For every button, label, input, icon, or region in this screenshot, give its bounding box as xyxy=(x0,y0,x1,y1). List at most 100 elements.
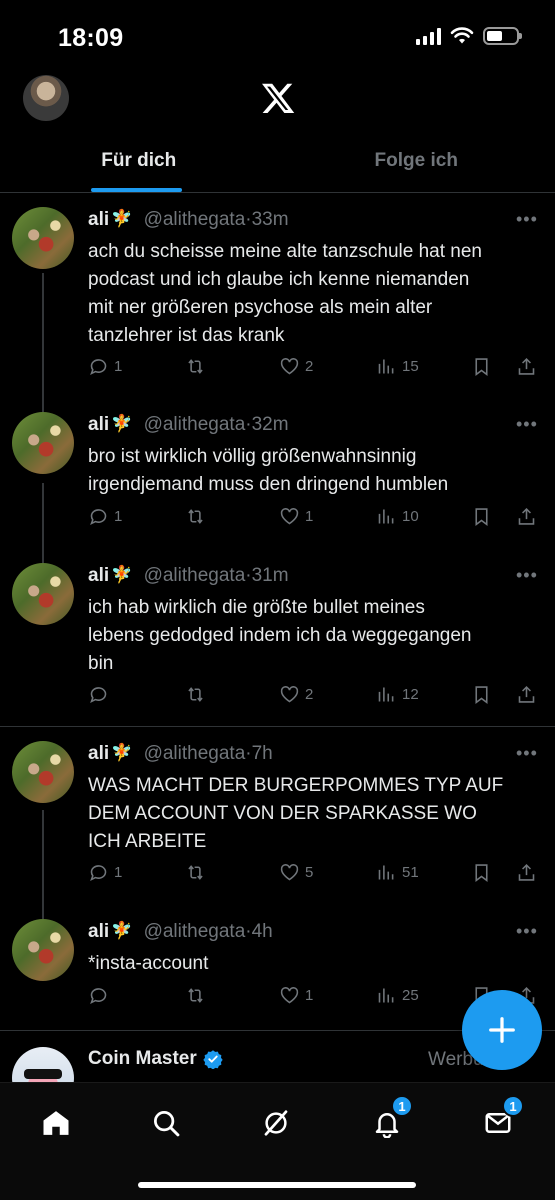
retweet-button[interactable] xyxy=(185,506,211,527)
heart-icon xyxy=(280,864,299,881)
tab-following[interactable]: Folge ich xyxy=(278,135,555,192)
tweet-timestamp[interactable]: 33m xyxy=(252,209,289,230)
profile-avatar[interactable] xyxy=(23,75,69,121)
nav-grok[interactable] xyxy=(256,1103,296,1143)
likes-count: 2 xyxy=(305,686,314,703)
tweet-text-line: bin xyxy=(88,653,114,674)
views-button[interactable]: 12 xyxy=(376,684,419,705)
fairy-emoji: 🧚 xyxy=(111,209,133,228)
ad-account-name[interactable]: Coin Master xyxy=(88,1048,223,1070)
reply-button[interactable]: 1 xyxy=(88,506,122,527)
like-button[interactable]: 2 xyxy=(279,684,313,705)
verified-badge-icon xyxy=(203,1050,223,1069)
views-button[interactable]: 51 xyxy=(376,862,419,883)
tweet-timestamp[interactable]: 4h xyxy=(252,921,273,942)
author-handle[interactable]: @alithegata xyxy=(144,921,246,942)
like-button[interactable]: 1 xyxy=(279,506,313,527)
author-handle[interactable]: @alithegata xyxy=(144,743,246,764)
author-name[interactable]: ali xyxy=(88,209,109,230)
bookmark-button[interactable] xyxy=(471,506,492,527)
tweet-text-line: ICH ARBEITE xyxy=(88,831,207,852)
reply-button[interactable]: 1 xyxy=(88,862,122,883)
bookmark-button[interactable] xyxy=(471,862,492,883)
views-count: 51 xyxy=(402,864,419,881)
tweet-text-line: lebens gedodged indem ich da weggegangen xyxy=(88,625,472,646)
battery-icon xyxy=(483,27,522,45)
share-icon xyxy=(518,357,535,375)
plus-icon xyxy=(489,1017,515,1043)
reply-icon xyxy=(90,988,107,1005)
retweet-button[interactable] xyxy=(185,684,211,705)
views-button[interactable]: 10 xyxy=(376,506,419,527)
author-avatar[interactable] xyxy=(12,207,74,269)
author-name[interactable]: ali xyxy=(88,414,109,435)
share-button[interactable] xyxy=(516,506,537,527)
status-bar: 18:09 xyxy=(0,0,555,70)
wifi-icon xyxy=(450,27,474,44)
views-icon xyxy=(378,359,394,374)
author-name[interactable]: ali xyxy=(88,565,109,586)
bookmark-icon xyxy=(475,686,488,704)
tweet-text-line: WAS MACHT DER BURGERPOMMES TYP AUF xyxy=(88,775,504,796)
bookmark-button[interactable] xyxy=(471,356,492,377)
tab-following-label: Folge ich xyxy=(374,150,458,171)
like-button[interactable]: 2 xyxy=(279,356,313,377)
nav-notifications[interactable]: 1 xyxy=(367,1095,413,1143)
fairy-emoji: 🧚 xyxy=(111,743,133,762)
more-options-button[interactable]: ••• xyxy=(516,414,538,435)
tab-for-you[interactable]: Für dich xyxy=(0,135,278,192)
views-button[interactable]: 15 xyxy=(376,356,419,377)
replies-count: 1 xyxy=(114,508,123,525)
tweet-text: ach du scheisse meine alte tanzschule ha… xyxy=(88,238,533,350)
nav-home[interactable] xyxy=(36,1103,76,1143)
more-options-button[interactable]: ••• xyxy=(516,565,538,586)
retweet-button[interactable] xyxy=(185,985,211,1006)
like-button[interactable]: 1 xyxy=(279,985,313,1006)
more-options-button[interactable]: ••• xyxy=(516,743,538,764)
tweet-timestamp[interactable]: 32m xyxy=(252,414,289,435)
tweet-timestamp[interactable]: 7h xyxy=(252,743,273,764)
tweet-text-line: DEM ACCOUNT VON DER SPARKASSE WO xyxy=(88,803,477,824)
heart-icon xyxy=(280,686,299,703)
views-button[interactable]: 25 xyxy=(376,985,419,1006)
heart-icon xyxy=(280,358,299,375)
tweet-text: ich hab wirklich die größte bullet meine… xyxy=(88,594,533,678)
author-avatar[interactable] xyxy=(12,412,74,474)
tweet-text: bro ist wirklich völlig größenwahnsinnig… xyxy=(88,443,533,499)
share-button[interactable] xyxy=(516,356,537,377)
author-handle[interactable]: @alithegata xyxy=(144,414,246,435)
status-time: 18:09 xyxy=(58,24,124,52)
bookmark-icon xyxy=(475,864,488,882)
share-button[interactable] xyxy=(516,862,537,883)
fairy-emoji: 🧚 xyxy=(111,921,133,940)
author-avatar[interactable] xyxy=(12,919,74,981)
retweet-button[interactable] xyxy=(185,356,211,377)
reply-icon xyxy=(90,509,107,526)
share-button[interactable] xyxy=(516,684,537,705)
author-handle[interactable]: @alithegata xyxy=(144,565,246,586)
retweet-icon xyxy=(188,509,203,524)
author-handle[interactable]: @alithegata xyxy=(144,209,246,230)
retweet-icon xyxy=(188,865,203,880)
nav-search[interactable] xyxy=(146,1103,186,1143)
views-icon xyxy=(378,865,394,880)
bookmark-button[interactable] xyxy=(471,684,492,705)
more-options-button[interactable]: ••• xyxy=(516,921,538,942)
nav-messages[interactable]: 1 xyxy=(478,1095,524,1143)
tweet-timestamp[interactable]: 31m xyxy=(252,565,289,586)
author-avatar[interactable] xyxy=(12,563,74,625)
author-avatar[interactable] xyxy=(12,741,74,803)
fairy-emoji: 🧚 xyxy=(111,414,133,433)
more-options-button[interactable]: ••• xyxy=(516,209,538,230)
reply-button[interactable] xyxy=(88,684,114,705)
views-count: 25 xyxy=(402,987,419,1004)
tweet-text-line: podcast und ich glaube ich kenne niemand… xyxy=(88,269,470,290)
author-name[interactable]: ali xyxy=(88,743,109,764)
reply-button[interactable] xyxy=(88,985,114,1006)
author-name[interactable]: ali xyxy=(88,921,109,942)
compose-button[interactable] xyxy=(462,990,542,1070)
tweet-text: WAS MACHT DER BURGERPOMMES TYP AUF DEM AC… xyxy=(88,772,533,856)
reply-button[interactable]: 1 xyxy=(88,356,122,377)
retweet-button[interactable] xyxy=(185,862,211,883)
like-button[interactable]: 5 xyxy=(279,862,313,883)
